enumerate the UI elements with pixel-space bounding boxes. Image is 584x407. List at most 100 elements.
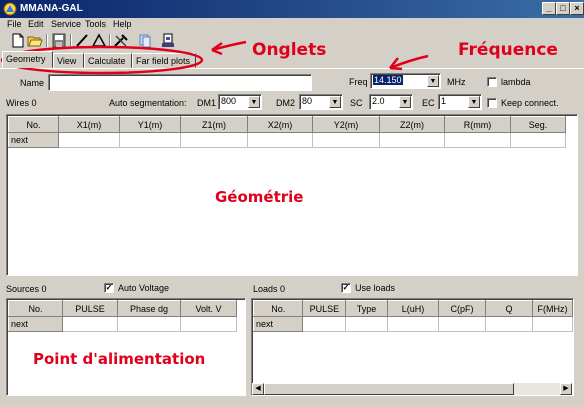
col-header-c[interactable]: C(pF) xyxy=(438,300,486,317)
use-loads-checkbox[interactable]: ✓ xyxy=(341,283,351,293)
table-cell[interactable] xyxy=(180,316,237,332)
table-row[interactable]: next xyxy=(252,316,573,332)
col-header-q[interactable]: Q xyxy=(484,300,534,317)
alimentation-annotation: Point d'alimentation xyxy=(33,350,206,368)
chevron-down-icon[interactable]: ▼ xyxy=(427,75,439,87)
lambda-checkbox[interactable] xyxy=(487,77,497,87)
col-header-type[interactable]: Type xyxy=(345,300,388,317)
save-icon[interactable] xyxy=(51,33,67,48)
table-cell[interactable] xyxy=(312,132,380,148)
ec-select[interactable]: 1 ▼ xyxy=(438,94,482,110)
name-label: Name xyxy=(20,78,45,88)
table-cell[interactable] xyxy=(247,132,313,148)
scroll-right-icon[interactable]: ▶ xyxy=(560,383,572,395)
triangle-icon[interactable] xyxy=(91,33,107,48)
table-cell[interactable] xyxy=(302,316,347,332)
menu-edit[interactable]: Edit xyxy=(28,19,44,29)
table-cell[interactable] xyxy=(532,316,573,332)
keep-connect-label: Keep connect. xyxy=(501,98,559,108)
table-row[interactable]: next xyxy=(8,316,237,332)
freq-label: Freq xyxy=(349,77,368,87)
col-header-no[interactable]: No. xyxy=(252,300,304,317)
toolbar-separator xyxy=(46,34,48,47)
col-header-pulse[interactable]: PULSE xyxy=(302,300,347,317)
table-cell[interactable] xyxy=(58,132,120,148)
dm1-select[interactable]: 800 ▼ xyxy=(218,94,262,110)
col-header-pulse[interactable]: PULSE xyxy=(62,300,118,317)
freq-select[interactable]: 14.150 ▼ xyxy=(370,73,441,89)
table-cell[interactable] xyxy=(484,316,534,332)
export-icon[interactable] xyxy=(160,33,176,48)
dm2-label: DM2 xyxy=(276,98,296,108)
chevron-down-icon[interactable]: ▼ xyxy=(399,96,411,108)
table-row[interactable]: next xyxy=(8,132,566,148)
dm2-select[interactable]: 80 ▼ xyxy=(299,94,343,110)
auto-voltage-checkbox[interactable]: ✓ xyxy=(104,283,114,293)
toolbar-separator xyxy=(109,34,111,47)
menu-tools[interactable]: Tools xyxy=(85,19,106,29)
col-header-no[interactable]: No. xyxy=(8,300,63,317)
copy-icon[interactable] xyxy=(137,33,153,48)
open-folder-icon[interactable] xyxy=(27,33,43,48)
col-header-y2[interactable]: Y2(m) xyxy=(312,116,380,133)
col-header-volt[interactable]: Volt. V xyxy=(180,300,237,317)
sources-grid[interactable]: No. PULSE Phase dg Volt. V next xyxy=(6,298,246,396)
new-file-icon[interactable] xyxy=(10,33,26,48)
table-cell[interactable] xyxy=(62,316,118,332)
col-header-l[interactable]: L(uH) xyxy=(386,300,440,317)
wires-table: No. X1(m) Y1(m) Z1(m) X2(m) Y2(m) Z2(m) … xyxy=(8,116,566,148)
tab-view[interactable]: View xyxy=(53,53,84,68)
col-header-seg[interactable]: Seg. xyxy=(510,116,566,133)
chevron-down-icon[interactable]: ▼ xyxy=(468,96,480,108)
menu-help[interactable]: Help xyxy=(113,19,132,29)
loads-grid[interactable]: No. PULSE Type L(uH) C(pF) Q F(MHz) next xyxy=(251,298,574,396)
col-header-x1[interactable]: X1(m) xyxy=(58,116,120,133)
row-label[interactable]: next xyxy=(8,132,59,148)
table-cell[interactable] xyxy=(386,316,440,332)
tools-icon[interactable] xyxy=(113,33,129,48)
menu-file[interactable]: File xyxy=(7,19,22,29)
col-header-phase[interactable]: Phase dg xyxy=(117,300,181,317)
row-label[interactable]: next xyxy=(8,316,63,332)
col-header-r[interactable]: R(mm) xyxy=(444,116,511,133)
table-cell[interactable] xyxy=(180,132,248,148)
table-cell[interactable] xyxy=(345,316,388,332)
scroll-left-icon[interactable]: ◀ xyxy=(252,383,264,395)
name-input[interactable] xyxy=(48,74,312,91)
col-header-no[interactable]: No. xyxy=(8,116,59,133)
col-header-y1[interactable]: Y1(m) xyxy=(119,116,181,133)
keep-connect-checkbox[interactable] xyxy=(487,98,497,108)
scroll-thumb[interactable] xyxy=(264,383,514,395)
table-cell[interactable] xyxy=(379,132,445,148)
table-cell[interactable] xyxy=(444,132,511,148)
tab-panel-border xyxy=(0,68,584,69)
col-header-f[interactable]: F(MHz) xyxy=(532,300,573,317)
maximize-button[interactable]: □ xyxy=(556,2,570,15)
loads-horizontal-scrollbar[interactable]: ◀ ▶ xyxy=(252,383,572,395)
use-loads-label: Use loads xyxy=(355,283,396,293)
window-title: MMANA-GAL xyxy=(20,3,83,14)
chevron-down-icon[interactable]: ▼ xyxy=(329,96,341,108)
table-cell[interactable] xyxy=(438,316,486,332)
chevron-down-icon[interactable]: ▼ xyxy=(248,96,260,108)
onglets-annotation: Onglets xyxy=(252,40,327,60)
close-button[interactable]: × xyxy=(570,2,584,15)
tab-far-field-plots[interactable]: Far field plots xyxy=(132,53,196,68)
loads-count: Loads 0 xyxy=(253,284,286,294)
minimize-button[interactable]: _ xyxy=(542,2,556,15)
sc-select[interactable]: 2.0 ▼ xyxy=(369,94,413,110)
col-header-x2[interactable]: X2(m) xyxy=(247,116,313,133)
table-cell[interactable] xyxy=(510,132,566,148)
tab-geometry[interactable]: Geometry xyxy=(2,51,53,68)
auto-voltage-label: Auto Voltage xyxy=(118,283,170,293)
col-header-z1[interactable]: Z1(m) xyxy=(180,116,248,133)
line-icon[interactable] xyxy=(74,33,90,48)
table-cell[interactable] xyxy=(119,132,181,148)
app-icon xyxy=(3,2,17,16)
dm1-label: DM1 xyxy=(197,98,217,108)
menu-service[interactable]: Service xyxy=(51,19,81,29)
row-label[interactable]: next xyxy=(252,316,304,332)
table-cell[interactable] xyxy=(117,316,181,332)
tab-calculate[interactable]: Calculate xyxy=(84,53,132,68)
col-header-z2[interactable]: Z2(m) xyxy=(379,116,445,133)
